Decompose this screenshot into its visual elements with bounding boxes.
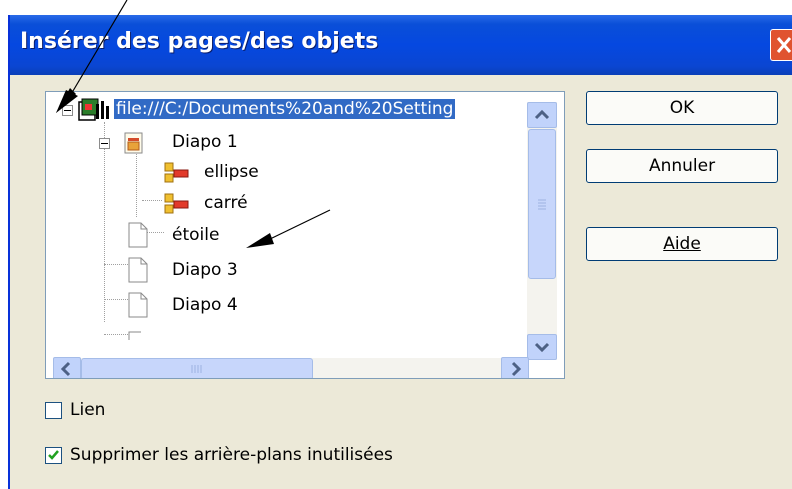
annotation-arrows bbox=[56, 0, 331, 248]
